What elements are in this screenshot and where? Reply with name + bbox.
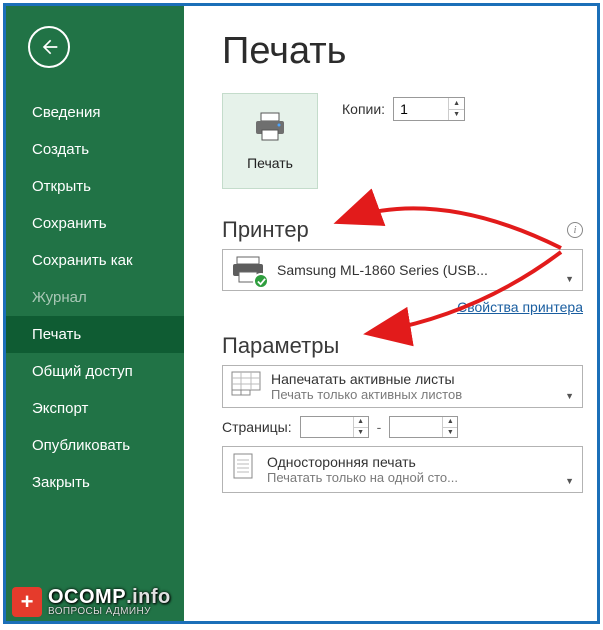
chevron-down-icon: ▼ (565, 391, 574, 401)
print-what-title: Напечатать активные листы (271, 371, 462, 387)
print-what-sub: Печать только активных листов (271, 387, 462, 402)
sidebar-item-open[interactable]: Открыть (6, 168, 184, 205)
duplex-title: Односторонняя печать (267, 454, 458, 470)
pages-to-input[interactable] (390, 417, 442, 437)
page-icon (231, 452, 257, 487)
duplex-sub: Печатать только на одной сто... (267, 470, 458, 485)
copies-down[interactable]: ▼ (449, 110, 464, 121)
sheets-icon (231, 371, 261, 402)
duplex-dropdown[interactable]: Односторонняя печать Печатать только на … (222, 446, 583, 493)
chevron-down-icon: ▼ (565, 274, 574, 284)
pages-to-up[interactable]: ▲ (443, 417, 457, 428)
copies-up[interactable]: ▲ (449, 98, 464, 110)
copies-label: Копии: (342, 101, 385, 117)
printer-dropdown[interactable]: Samsung ML-1860 Series (USB... ▼ (222, 249, 583, 291)
sidebar-item-share[interactable]: Общий доступ (6, 353, 184, 390)
pages-from-up[interactable]: ▲ (354, 417, 368, 428)
backstage-sidebar: Сведения Создать Открыть Сохранить Сохра… (6, 6, 184, 621)
sidebar-item-print[interactable]: Печать (6, 316, 184, 353)
pages-from-down[interactable]: ▼ (354, 428, 368, 438)
printer-heading: Принтер (222, 217, 309, 243)
pages-to-spinner[interactable]: ▲ ▼ (389, 416, 458, 438)
sidebar-item-close[interactable]: Закрыть (6, 464, 184, 501)
copies-spinner[interactable]: ▲ ▼ (393, 97, 465, 121)
sidebar-item-history: Журнал (6, 279, 184, 316)
sidebar-item-publish[interactable]: Опубликовать (6, 427, 184, 464)
sidebar-item-saveas[interactable]: Сохранить как (6, 242, 184, 279)
printer-selected-name: Samsung ML-1860 Series (USB... (277, 262, 488, 278)
printer-ready-check-icon (253, 273, 269, 289)
printer-properties-link[interactable]: Свойства принтера (222, 299, 583, 315)
pages-to-down[interactable]: ▼ (443, 428, 457, 438)
page-title: Печать (222, 30, 583, 73)
sidebar-item-new[interactable]: Создать (6, 131, 184, 168)
back-button[interactable] (28, 26, 70, 68)
print-what-dropdown[interactable]: Напечатать активные листы Печать только … (222, 365, 583, 408)
pages-label: Страницы: (222, 419, 292, 435)
print-button-label: Печать (247, 155, 293, 171)
sidebar-item-info[interactable]: Сведения (6, 94, 184, 131)
printer-icon (253, 112, 287, 145)
pages-dash: - (377, 419, 382, 435)
pages-from-spinner[interactable]: ▲ ▼ (300, 416, 369, 438)
chevron-down-icon: ▼ (565, 476, 574, 486)
sidebar-item-export[interactable]: Экспорт (6, 390, 184, 427)
settings-heading: Параметры (222, 333, 339, 359)
print-backstage-panel: Печать Печать Копии: ▲ (184, 6, 597, 621)
sidebar-item-save[interactable]: Сохранить (6, 205, 184, 242)
print-button[interactable]: Печать (222, 93, 318, 189)
pages-from-input[interactable] (301, 417, 353, 437)
copies-input[interactable] (394, 98, 448, 120)
printer-device-icon (231, 255, 267, 285)
printer-info-icon[interactable]: i (567, 222, 583, 238)
